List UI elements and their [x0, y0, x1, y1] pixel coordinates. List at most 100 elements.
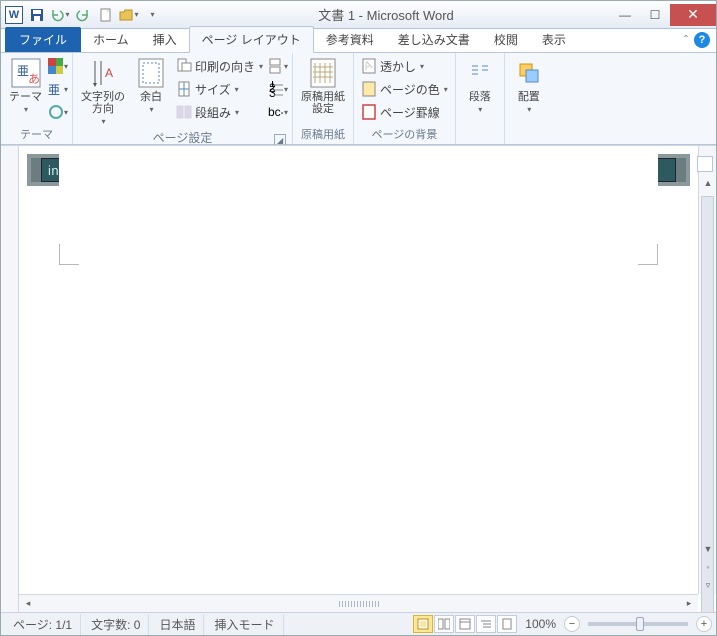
group-page-background: A 透かし▾ ページの色▾ ページ罫線 ページの背景 — [354, 53, 456, 144]
vertical-ruler[interactable] — [1, 146, 19, 612]
view-draft-button[interactable] — [497, 615, 517, 633]
columns-button[interactable]: 段組み▾ — [173, 101, 266, 123]
tab-review[interactable]: 校閲 — [482, 27, 530, 52]
chevron-down-icon: ▾ — [478, 105, 482, 114]
theme-effects-button[interactable]: ▾ — [48, 101, 68, 123]
crop-mark-top-left — [59, 244, 79, 264]
quick-access-toolbar: ▾ ▾ ▾ — [27, 5, 162, 25]
manuscript-icon — [307, 57, 339, 89]
tab-references[interactable]: 参考資料 — [314, 27, 386, 52]
status-insert-mode[interactable]: 挿入モード — [206, 614, 283, 635]
split-handle[interactable] — [339, 601, 379, 607]
tab-file[interactable]: ファイル — [5, 27, 81, 52]
zoom-slider-thumb[interactable] — [636, 617, 644, 631]
tab-home[interactable]: ホーム — [81, 27, 141, 52]
scroll-up-button[interactable]: ▲ — [699, 174, 716, 192]
watermark-button[interactable]: A 透かし▾ — [358, 55, 451, 77]
columns-icon — [176, 104, 192, 120]
status-language[interactable]: 日本語 — [151, 614, 204, 635]
margins-label: 余白 — [140, 91, 162, 103]
view-outline-button[interactable] — [476, 615, 496, 633]
page-borders-label: ページ罫線 — [380, 104, 440, 121]
page-borders-button[interactable]: ページ罫線 — [358, 101, 451, 123]
svg-text:A: A — [105, 66, 113, 80]
svg-text:bc-: bc- — [268, 105, 283, 119]
size-icon — [176, 81, 192, 97]
document-page[interactable] — [59, 154, 658, 594]
zoom-level[interactable]: 100% — [525, 617, 556, 631]
tab-view[interactable]: 表示 — [530, 27, 578, 52]
next-page-button[interactable]: ▿ — [699, 576, 716, 594]
margins-icon — [135, 57, 167, 89]
manuscript-label: 原稿用紙 設定 — [301, 91, 345, 115]
qat-customize-button[interactable]: ▾ — [142, 5, 162, 25]
text-direction-button[interactable]: A 文字列の 方向 ▾ — [77, 55, 129, 128]
scroll-left-button[interactable]: ◂ — [19, 595, 37, 613]
tab-insert[interactable]: 挿入 — [141, 27, 189, 52]
redo-button[interactable] — [73, 5, 93, 25]
help-button[interactable]: ? — [694, 32, 710, 48]
chevron-down-icon: ▾ — [134, 10, 138, 19]
themes-button[interactable]: 亜あ テーマ ▾ — [5, 55, 46, 116]
manuscript-settings-button[interactable]: 原稿用紙 設定 — [297, 55, 349, 117]
chevron-down-icon: ▾ — [65, 10, 69, 19]
zoom-slider[interactable] — [588, 622, 688, 626]
maximize-button[interactable]: ☐ — [640, 4, 670, 26]
view-print-layout-button[interactable] — [413, 615, 433, 633]
group-themes: 亜あ テーマ ▾ ▾ 亜▾ ▾ テーマ — [1, 53, 73, 144]
group-manuscript: 原稿用紙 設定 原稿用紙 — [293, 53, 354, 144]
zoom-in-button[interactable]: + — [696, 616, 712, 632]
theme-colors-button[interactable]: ▾ — [48, 55, 68, 77]
close-button[interactable]: ✕ — [670, 4, 716, 26]
ruler-toggle-button[interactable] — [697, 156, 713, 172]
theme-fonts-button[interactable]: 亜▾ — [48, 78, 68, 100]
margins-button[interactable]: 余白 ▾ — [131, 55, 171, 116]
orientation-button[interactable]: 印刷の向き▾ — [173, 55, 266, 77]
watermark-icon: A — [361, 58, 377, 74]
breaks-button[interactable]: ▾ — [268, 55, 288, 77]
chevron-down-icon: ▾ — [24, 105, 28, 114]
group-arrange: 配置 ▾ — [505, 53, 553, 144]
status-page[interactable]: ページ: 1/1 — [5, 614, 81, 635]
view-fullscreen-button[interactable] — [434, 615, 454, 633]
arrange-button[interactable]: 配置 ▾ — [509, 55, 549, 116]
chevron-down-icon: ▾ — [150, 10, 154, 19]
vertical-scrollbar[interactable]: ▲ ▼ ◦ ▿ — [698, 146, 716, 594]
page-borders-icon — [361, 104, 377, 120]
size-button[interactable]: サイズ▾ — [173, 78, 266, 100]
document-area: insatunomuki ▲ ▼ ◦ ▿ ◂ ▸ — [1, 145, 716, 612]
group-arrange-label — [509, 129, 549, 144]
orientation-label: 印刷の向き — [195, 58, 255, 75]
new-document-button[interactable] — [96, 5, 116, 25]
tab-page-layout[interactable]: ページ レイアウト — [189, 26, 314, 53]
tab-mailings[interactable]: 差し込み文書 — [386, 27, 482, 52]
minimize-button[interactable]: — — [610, 4, 640, 26]
crop-mark-top-right — [638, 244, 658, 264]
open-document-button[interactable]: ▾ — [119, 5, 139, 25]
page-color-button[interactable]: ページの色▾ — [358, 78, 451, 100]
paragraph-button[interactable]: 段落 ▾ — [460, 55, 500, 116]
status-word-count[interactable]: 文字数: 0 — [83, 614, 149, 635]
line-numbers-button[interactable]: 123▾ — [268, 78, 288, 100]
zoom-out-button[interactable]: − — [564, 616, 580, 632]
group-manuscript-label: 原稿用紙 — [297, 125, 349, 144]
scroll-right-button[interactable]: ▸ — [680, 595, 698, 613]
text-direction-icon: A — [87, 57, 119, 89]
hyphenation-button[interactable]: bc-▾ — [268, 101, 288, 123]
undo-button[interactable]: ▾ — [50, 5, 70, 25]
text-direction-label: 文字列の 方向 — [81, 91, 125, 115]
view-web-layout-button[interactable] — [455, 615, 475, 633]
previous-page-button[interactable]: ◦ — [699, 558, 716, 576]
app-window: W ▾ ▾ ▾ 文書 1 - Microsoft Word — [0, 0, 717, 636]
group-themes-label: テーマ — [5, 125, 68, 144]
word-app-icon: W — [5, 6, 23, 24]
minimize-ribbon-button[interactable]: ˆ — [684, 33, 688, 47]
chevron-down-icon: ▾ — [101, 117, 105, 126]
page-viewport[interactable]: insatunomuki — [19, 146, 698, 594]
scroll-down-button[interactable]: ▼ — [699, 540, 716, 558]
title-bar: W ▾ ▾ ▾ 文書 1 - Microsoft Word — [1, 1, 716, 29]
save-button[interactable] — [27, 5, 47, 25]
chevron-down-icon: ▾ — [149, 105, 153, 114]
horizontal-scrollbar[interactable]: ◂ ▸ — [19, 594, 698, 612]
arrange-icon — [513, 57, 545, 89]
